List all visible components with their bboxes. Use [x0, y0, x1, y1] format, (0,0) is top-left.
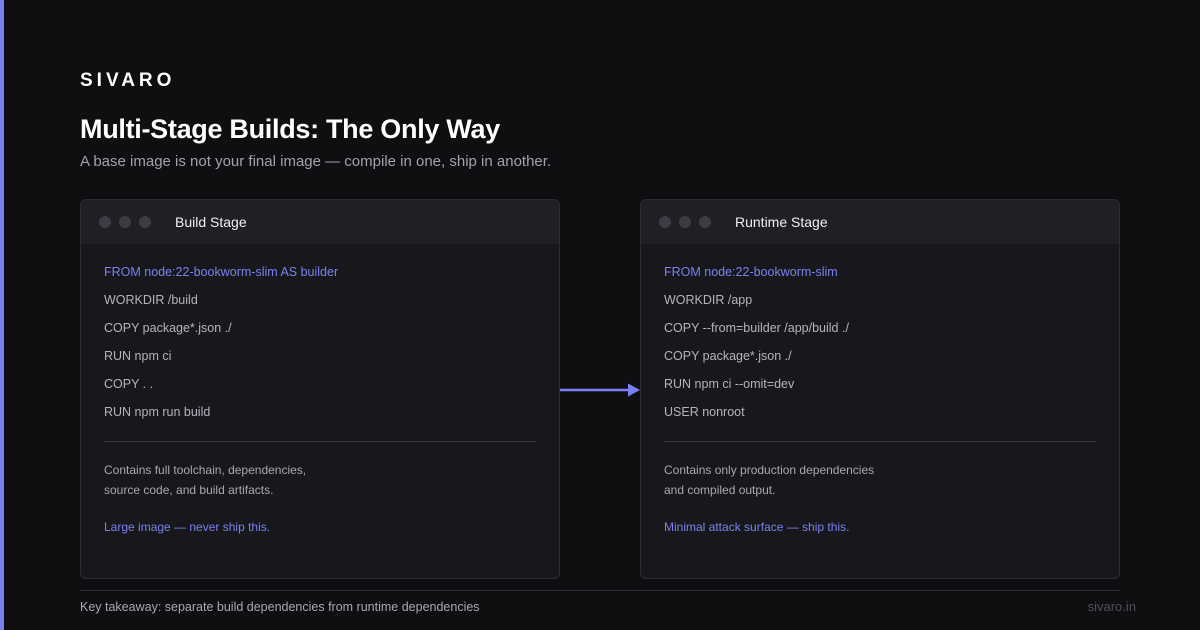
page-subtitle: A base image is not your final image — c…: [80, 153, 552, 170]
window-dot-icon: [139, 216, 151, 228]
code-line: FROM node:22-bookworm-slim: [664, 265, 838, 279]
build-stage-verdict: Large image — never ship this.: [104, 520, 271, 534]
code-line: WORKDIR /build: [104, 293, 198, 307]
divider: [104, 441, 536, 442]
code-line: USER nonroot: [664, 405, 745, 419]
code-line: FROM node:22-bookworm-slim AS builder: [104, 265, 339, 279]
page-title: Multi-Stage Builds: The Only Way: [80, 114, 500, 144]
runtime-stage-body: FROM node:22-bookworm-slim WORKDIR /app …: [641, 244, 1119, 534]
window-dot-icon: [699, 216, 711, 228]
runtime-stage-description-line: and compiled output.: [664, 483, 776, 497]
footer-divider: [80, 590, 1120, 591]
build-stage-body: FROM node:22-bookworm-slim AS builder WO…: [81, 244, 559, 534]
code-line: WORKDIR /app: [664, 293, 753, 307]
build-stage-description-line: source code, and build artifacts.: [104, 483, 274, 497]
runtime-stage-card: Runtime Stage FROM node:22-bookworm-slim…: [640, 199, 1120, 579]
build-stage-title: Build Stage: [175, 214, 247, 230]
runtime-stage-description-line: Contains only production dependencies: [664, 463, 875, 477]
accent-bar: [0, 0, 4, 630]
divider: [664, 441, 1096, 442]
window-dot-icon: [99, 216, 111, 228]
brand-logo: SIVARO: [80, 70, 176, 91]
runtime-stage-title: Runtime Stage: [735, 214, 828, 230]
code-line: COPY package*.json ./: [664, 349, 792, 363]
code-line: COPY package*.json ./: [104, 321, 232, 335]
window-dot-icon: [119, 216, 131, 228]
runtime-stage-header: Runtime Stage: [641, 200, 1119, 244]
build-stage-header: Build Stage: [81, 200, 559, 244]
code-line: RUN npm run build: [104, 405, 211, 419]
build-stage-card: Build Stage FROM node:22-bookworm-slim A…: [80, 199, 560, 579]
code-line: RUN npm ci: [104, 349, 172, 363]
arrow-right-icon: [560, 383, 640, 397]
footer-takeaway: Key takeaway: separate build dependencie…: [80, 600, 480, 614]
build-stage-description-line: Contains full toolchain, dependencies,: [104, 463, 307, 477]
window-dot-icon: [659, 216, 671, 228]
code-line: COPY . .: [104, 377, 154, 391]
window-dot-icon: [679, 216, 691, 228]
runtime-stage-verdict: Minimal attack surface — ship this.: [664, 520, 850, 534]
code-line: COPY --from=builder /app/build ./: [664, 321, 849, 335]
footer-url-link[interactable]: sivaro.in: [1088, 599, 1136, 614]
code-line: RUN npm ci --omit=dev: [664, 377, 795, 391]
